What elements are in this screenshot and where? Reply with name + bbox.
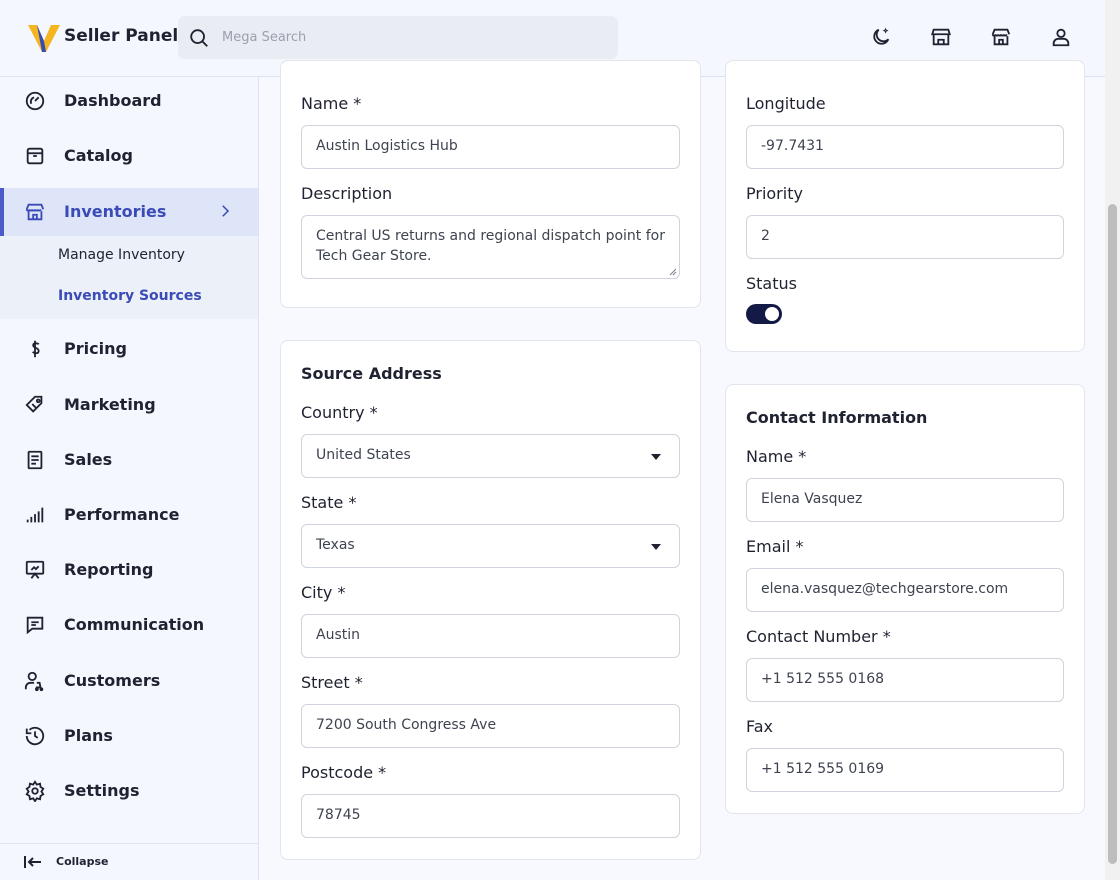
- contact-info-card: Contact Information Name * Elena Vasquez…: [725, 384, 1085, 814]
- sidebar-item-label: Plans: [64, 726, 113, 745]
- sidebar-item-label: Pricing: [64, 339, 127, 358]
- country-select[interactable]: United States: [301, 434, 680, 478]
- box-icon: [26, 147, 44, 165]
- source-address-card: Source Address Country * United States S…: [280, 340, 701, 860]
- signal-icon: [26, 507, 44, 523]
- sidebar-subitem-inventory-sources[interactable]: Inventory Sources: [58, 288, 202, 304]
- sidebar-item-pricing[interactable]: Pricing: [0, 325, 258, 373]
- priority-label: Priority: [746, 184, 803, 203]
- sidebar-item-label: Inventories: [64, 202, 167, 221]
- state-select[interactable]: Texas: [301, 524, 680, 568]
- longitude-input[interactable]: -97.7431: [746, 125, 1064, 169]
- v-logo-icon[interactable]: [28, 22, 60, 54]
- sidebar-item-label: Dashboard: [64, 91, 162, 110]
- collapse-label: Collapse: [56, 855, 109, 868]
- postcode-input[interactable]: 78745: [301, 794, 680, 838]
- sidebar: Dashboard Catalog Inventories Manage Inv…: [0, 77, 259, 880]
- inventories-submenu: Manage Inventory Inventory Sources: [0, 236, 258, 319]
- moon-icon[interactable]: [870, 26, 892, 48]
- caret-down-icon: [651, 544, 661, 550]
- fax-input[interactable]: +1 512 555 0169: [746, 748, 1064, 792]
- source-address-title: Source Address: [301, 364, 442, 383]
- chevron-right-icon: [222, 205, 230, 217]
- gear-icon: [25, 780, 45, 802]
- general-card: Name * Austin Logistics Hub Description …: [280, 60, 701, 308]
- description-textarea[interactable]: Central US returns and regional dispatch…: [301, 215, 680, 279]
- sidebar-item-sales[interactable]: Sales: [0, 436, 258, 484]
- dollar-icon: [31, 340, 40, 358]
- sidebar-item-plans[interactable]: Plans: [0, 712, 258, 760]
- postcode-label: Postcode *: [301, 763, 387, 782]
- sidebar-item-label: Sales: [64, 450, 113, 469]
- sidebar-item-inventories[interactable]: Inventories: [0, 188, 258, 236]
- description-label: Description: [301, 184, 393, 203]
- street-label: Street *: [301, 673, 363, 692]
- city-input[interactable]: Austin: [301, 614, 680, 658]
- contact-number-input[interactable]: +1 512 555 0168: [746, 658, 1064, 702]
- sidebar-item-customers[interactable]: Customers: [0, 657, 258, 705]
- contact-name-input[interactable]: Elena Vasquez: [746, 478, 1064, 522]
- customers-icon: [24, 671, 44, 692]
- city-label: City *: [301, 583, 346, 602]
- chat-icon: [26, 616, 44, 635]
- sidebar-item-catalog[interactable]: Catalog: [0, 132, 258, 180]
- caret-down-icon: [651, 454, 661, 460]
- tag-icon: [25, 395, 43, 413]
- email-label: Email *: [746, 537, 804, 556]
- search-icon: [190, 29, 208, 47]
- sidebar-item-label: Marketing: [64, 395, 156, 414]
- shop-icon[interactable]: [990, 26, 1012, 48]
- sidebar-item-dashboard[interactable]: Dashboard: [0, 77, 258, 125]
- collapse-button[interactable]: Collapse: [0, 843, 258, 880]
- user-icon[interactable]: [1050, 26, 1072, 48]
- store-icon[interactable]: [930, 26, 952, 48]
- country-value: United States: [316, 447, 411, 463]
- email-field[interactable]: elena.vasquez@techgearstore.com: [746, 568, 1064, 612]
- sidebar-item-label: Settings: [64, 781, 140, 800]
- sidebar-subitem-manage-inventory[interactable]: Manage Inventory: [58, 247, 185, 263]
- description-text: Central US returns and regional dispatch…: [316, 228, 665, 264]
- sidebar-item-performance[interactable]: Performance: [0, 491, 258, 539]
- contact-info-title: Contact Information: [746, 408, 928, 427]
- gauge-icon: [25, 91, 45, 111]
- page-scrollbar[interactable]: [1105, 0, 1120, 880]
- contact-name-label: Name *: [746, 447, 807, 466]
- collapse-icon: [24, 856, 41, 868]
- resize-handle-icon[interactable]: [669, 268, 677, 276]
- longitude-label: Longitude: [746, 94, 826, 113]
- mega-search[interactable]: Mega Search: [178, 16, 618, 59]
- sidebar-item-settings[interactable]: Settings: [0, 767, 258, 815]
- state-label: State *: [301, 493, 357, 512]
- source-name-input[interactable]: Austin Logistics Hub: [301, 125, 680, 169]
- contact-number-label: Contact Number *: [746, 627, 891, 646]
- sidebar-item-label: Reporting: [64, 560, 154, 579]
- sidebar-item-label: Communication: [64, 615, 205, 634]
- sidebar-item-label: Performance: [64, 505, 180, 524]
- status-toggle[interactable]: [746, 304, 782, 324]
- sidebar-item-communication[interactable]: Communication: [0, 601, 258, 649]
- status-label: Status: [746, 274, 797, 293]
- toggle-knob: [765, 307, 779, 321]
- scrollbar-thumb[interactable]: [1108, 204, 1117, 864]
- history-icon: [25, 726, 45, 746]
- state-value: Texas: [316, 537, 355, 553]
- country-label: Country *: [301, 403, 378, 422]
- brand-name[interactable]: Seller Panel: [64, 26, 178, 46]
- name-label: Name *: [301, 94, 362, 113]
- street-input[interactable]: 7200 South Congress Ave: [301, 704, 680, 748]
- sidebar-item-reporting[interactable]: Reporting: [0, 546, 258, 594]
- document-icon: [27, 450, 43, 470]
- sidebar-item-marketing[interactable]: Marketing: [0, 381, 258, 429]
- fax-label: Fax: [746, 717, 774, 736]
- sidebar-item-label: Customers: [64, 671, 161, 690]
- warehouse-icon: [25, 203, 45, 221]
- search-placeholder[interactable]: Mega Search: [222, 30, 306, 45]
- priority-input[interactable]: 2: [746, 215, 1064, 259]
- settings-card: Longitude -97.7431 Priority 2 Status: [725, 60, 1085, 352]
- presentation-icon: [25, 560, 45, 579]
- sidebar-item-label: Catalog: [64, 146, 133, 165]
